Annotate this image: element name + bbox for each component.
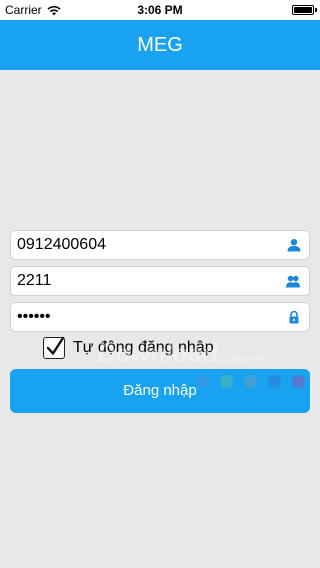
checkmark-icon — [46, 336, 65, 355]
phone-input[interactable] — [17, 231, 277, 259]
user-icon — [287, 239, 301, 252]
watermark-suffix: .com.vn — [217, 350, 263, 365]
password-input[interactable] — [17, 303, 277, 331]
auto-login-row[interactable]: Tự động đăng nhập — [43, 336, 214, 359]
login-button[interactable]: Đăng nhập — [10, 369, 310, 413]
auto-login-checkbox[interactable] — [43, 336, 65, 359]
page-title: MEG — [137, 34, 183, 56]
account-input[interactable] — [17, 267, 277, 295]
lock-icon — [289, 310, 299, 324]
account-field[interactable] — [10, 266, 310, 296]
phone-field[interactable] — [10, 230, 310, 260]
nav-bar: MEG — [0, 20, 320, 70]
password-field[interactable] — [10, 302, 310, 332]
status-bar: Carrier 3:06 PM — [0, 0, 320, 20]
battery-icon — [292, 5, 317, 15]
users-icon — [286, 275, 300, 288]
status-time: 3:06 PM — [137, 3, 183, 17]
auto-login-label: Tự động đăng nhập — [73, 339, 214, 356]
